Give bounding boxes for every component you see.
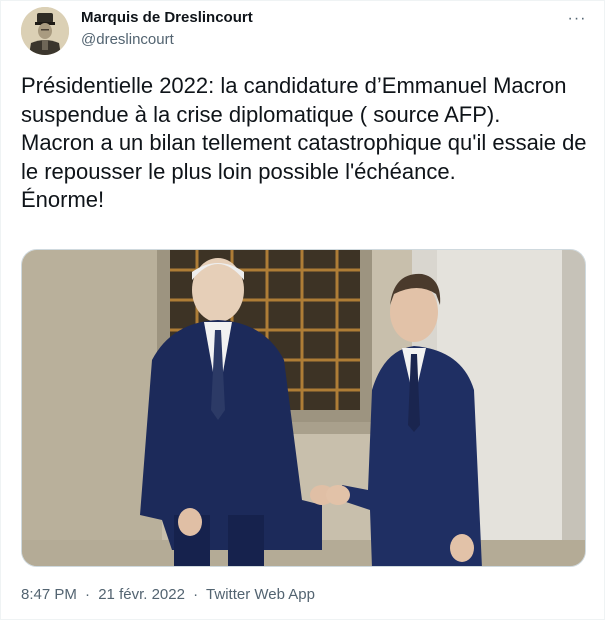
author-handle[interactable]: @dreslincourt — [81, 31, 174, 48]
tweet-timestamp[interactable]: 8:47 PM — [21, 586, 77, 603]
avatar[interactable] — [21, 7, 69, 55]
tweet-photo[interactable] — [21, 249, 586, 567]
tweet-date[interactable]: 21 févr. 2022 — [98, 586, 185, 603]
photo-image — [22, 250, 585, 566]
author-display-name[interactable]: Marquis de Dreslincourt — [81, 9, 253, 26]
tweet-source[interactable]: Twitter Web App — [206, 586, 315, 603]
more-options-button[interactable]: ··· — [561, 5, 593, 33]
avatar-portrait-image — [21, 7, 69, 55]
meta-separator: · — [85, 586, 91, 603]
tweet-text: Présidentielle 2022: la candidature d’Em… — [21, 73, 587, 212]
meta-separator: · — [193, 586, 199, 603]
tweet-card: Marquis de Dreslincourt @dreslincourt ··… — [0, 0, 605, 620]
tweet-metadata: 8:47 PM · 21 févr. 2022 · Twitter Web Ap… — [21, 586, 315, 603]
more-horizontal-icon: ··· — [567, 10, 587, 27]
